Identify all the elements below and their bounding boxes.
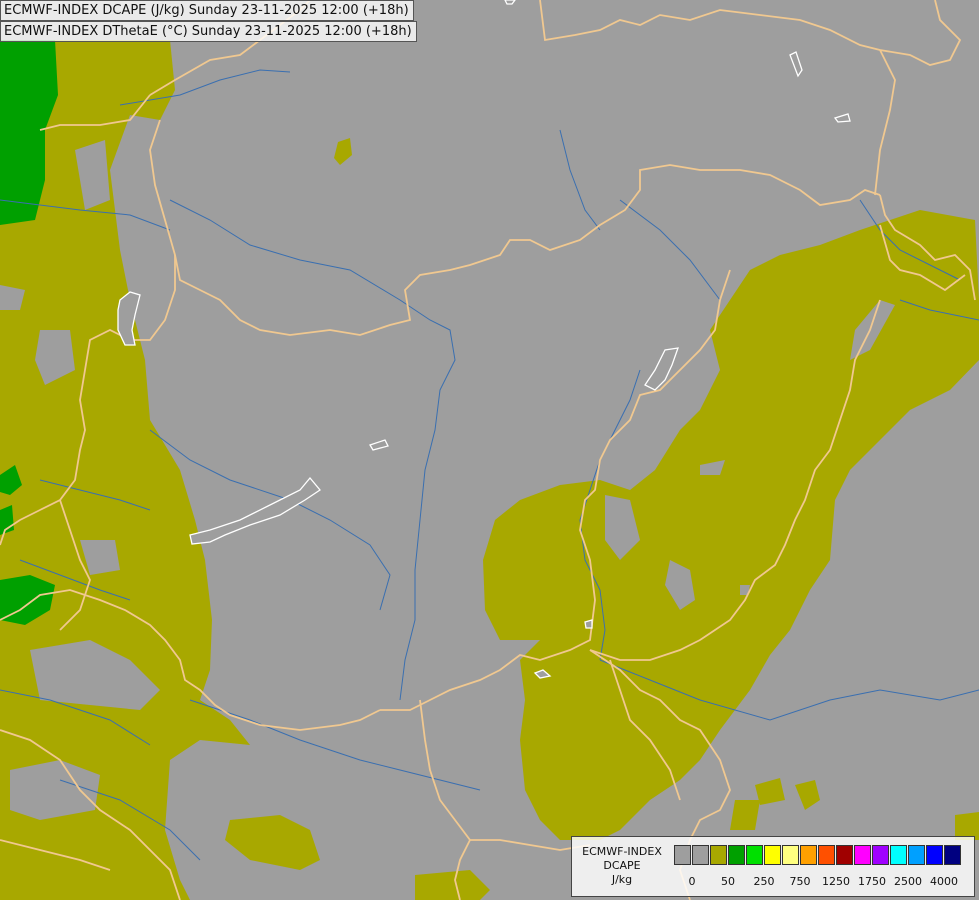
legend-tick-label: 750 [789,875,811,888]
legend-label: ECMWF-INDEX DCAPE J/kg [576,845,668,887]
legend-swatch [818,845,835,865]
legend-label-source: ECMWF-INDEX [582,845,662,858]
green-area-west-strip [0,505,14,535]
legend-swatch [710,845,727,865]
legend-label-unit: J/kg [611,873,633,886]
olive-patch-southeast-3 [730,800,760,830]
legend-swatch [728,845,745,865]
legend-tick-label: 50 [721,875,735,888]
legend-tick-label: 1250 [822,875,850,888]
legend-swatch [872,845,889,865]
lake-small-1 [584,619,593,629]
legend-swatch [908,845,925,865]
legend-ticks: 0 50 250 750 1250 1750 2500 4000 [674,875,974,889]
legend-swatch [764,845,781,865]
legend-tick-label: 0 [688,875,696,888]
legend-swatch [692,845,709,865]
legend-swatches [674,845,962,866]
legend-swatch [944,845,961,865]
legend-swatch [674,845,691,865]
legend-tick-label: 250 [753,875,775,888]
legend-swatch [890,845,907,865]
legend-label-variable: DCAPE [603,859,641,872]
legend-swatch [800,845,817,865]
legend-swatch [836,845,853,865]
legend-swatch [746,845,763,865]
legend-swatch [782,845,799,865]
legend-tick-label: 2500 [894,875,922,888]
weather-map[interactable] [0,0,979,900]
legend-tick-label: 4000 [930,875,958,888]
legend-tick-label: 1750 [858,875,886,888]
legend-swatch [854,845,871,865]
map-title-dthetae: ECMWF-INDEX DThetaE (°C) Sunday 23-11-20… [0,21,417,42]
map-title-dcape: ECMWF-INDEX DCAPE (J/kg) Sunday 23-11-20… [0,0,414,21]
legend-swatch [926,845,943,865]
color-legend: ECMWF-INDEX DCAPE J/kg 0 50 250 750 1250 1750… [571,836,975,897]
